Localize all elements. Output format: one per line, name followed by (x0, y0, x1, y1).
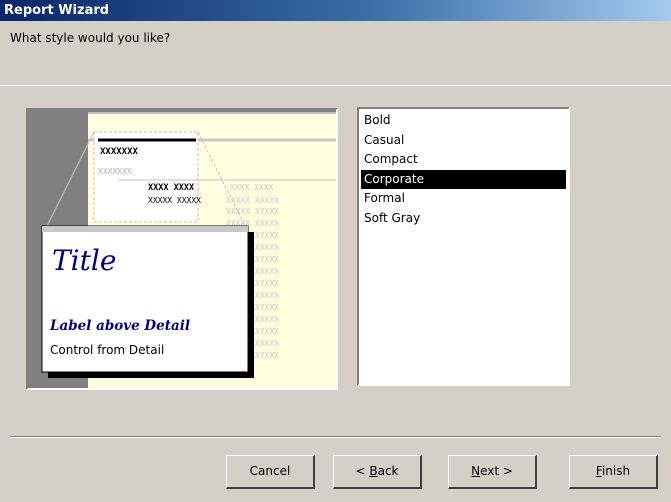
next-button[interactable]: Next > (448, 455, 537, 489)
card-title: Title (52, 244, 116, 277)
style-option-casual[interactable]: Casual (361, 131, 566, 151)
back-prefix: < (355, 464, 370, 478)
title-bar[interactable]: Report Wizard (0, 0, 671, 21)
finish-rest: inish (601, 464, 631, 478)
style-question: What style would you like? (10, 31, 171, 45)
cancel-button[interactable]: Cancel (226, 455, 315, 489)
style-option-formal[interactable]: Formal (361, 189, 566, 209)
back-button[interactable]: < Back (333, 455, 422, 489)
placeholder-faint: XXXXXXX (98, 167, 132, 176)
style-option-corporate[interactable]: Corporate (361, 169, 566, 189)
window-title: Report Wizard (4, 3, 110, 18)
preview-illustration: XXXXXXX XXXXXXX XXXX XXXX XXXX XXXX XXXX… (28, 110, 336, 388)
style-option-soft-gray[interactable]: Soft Gray (361, 209, 566, 229)
zoom-outline (93, 131, 199, 223)
style-option-compact[interactable]: Compact (361, 150, 566, 170)
card-control: Control from Detail (50, 343, 164, 357)
placeholder-short: XXXXXXX (100, 147, 139, 157)
detail-row-2: XXXXX XXXXX (226, 207, 279, 216)
separator-light (10, 437, 661, 438)
paper-top-edge (88, 112, 336, 114)
next-rest: ext > (480, 464, 513, 478)
cancel-label: Cancel (249, 464, 291, 478)
report-wizard-window: Report Wizard What style would you like?… (0, 0, 671, 502)
card-top-band (42, 226, 248, 232)
finish-button[interactable]: Finish (569, 455, 658, 489)
detail-header-row: XXXX XXXX (148, 183, 194, 193)
style-option-bold[interactable]: Bold (361, 111, 566, 131)
back-accel: B (369, 464, 378, 478)
back-rest: ack (377, 464, 399, 478)
detail-row-1: XXXXX XXXXX (148, 196, 201, 205)
card-label: Label above Detail (49, 318, 190, 334)
style-preview: XXXXXXX XXXXXXX XXXX XXXX XXXX XXXX XXXX… (26, 108, 338, 390)
detail-header-faint: XXXX XXXX (230, 183, 274, 192)
next-accel: N (471, 464, 481, 478)
style-list[interactable]: Bold Casual Compact Corporate Formal Soft Gra… (357, 107, 570, 386)
